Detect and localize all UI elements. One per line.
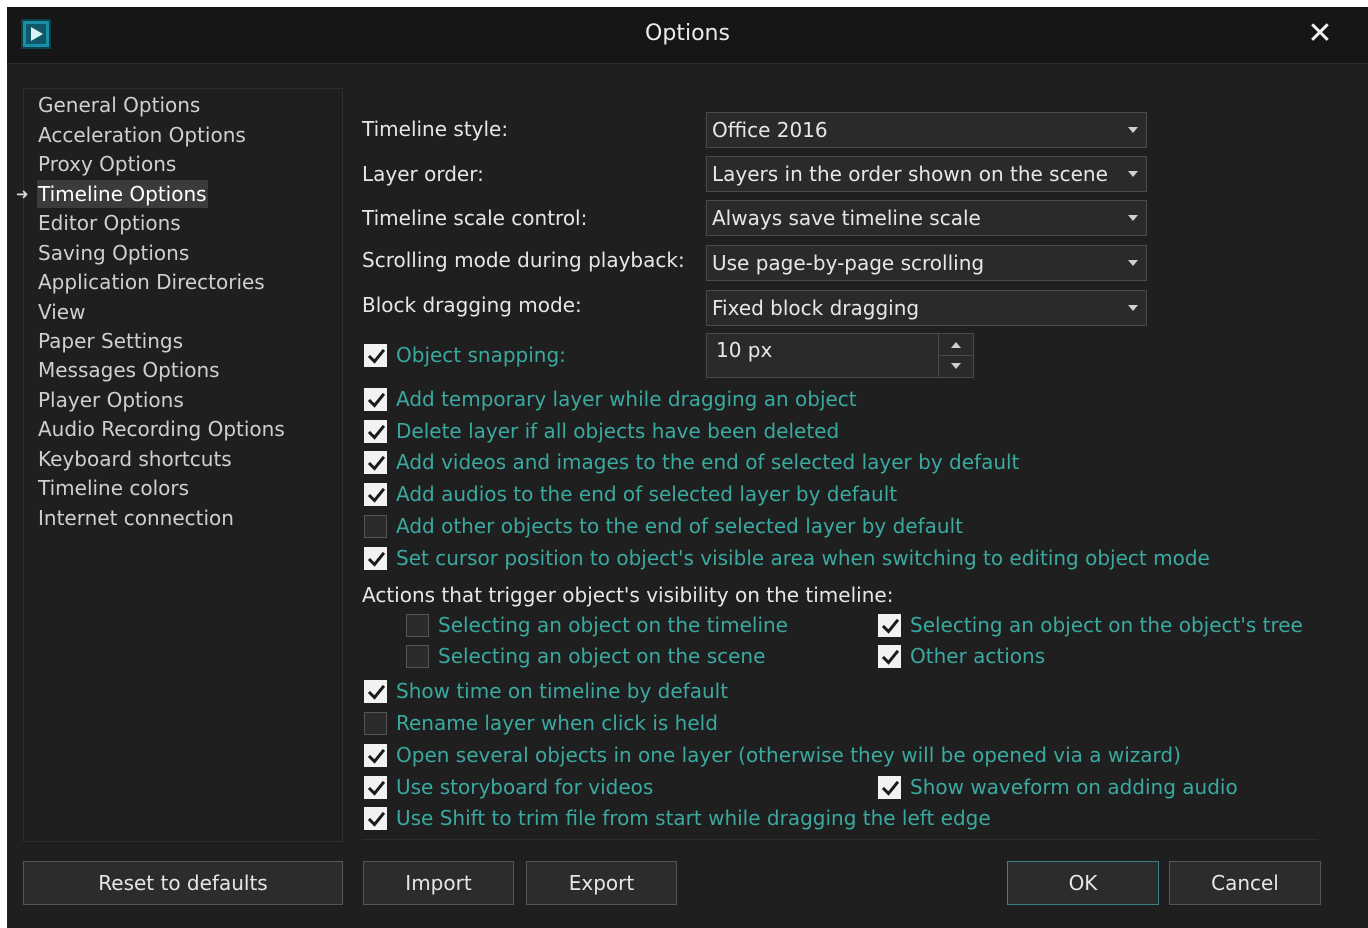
dropdown-arrow-icon bbox=[1128, 171, 1138, 177]
dropdown-arrow-icon bbox=[1128, 215, 1138, 221]
select-on-timeline-label: Selecting an object on the timeline bbox=[438, 613, 788, 637]
open-in-one-layer-checkbox[interactable] bbox=[364, 744, 387, 767]
timeline-scale-control-value: Always save timeline scale bbox=[712, 206, 981, 230]
add-audios-label: Add audios to the end of selected layer … bbox=[396, 482, 898, 506]
visibility-actions-heading: Actions that trigger object's visibility… bbox=[362, 583, 894, 607]
show-time-checkbox[interactable] bbox=[364, 680, 387, 703]
import-button[interactable]: Import bbox=[363, 861, 514, 905]
storyboard-checkbox[interactable] bbox=[364, 776, 387, 799]
sidebar-item-proxy-options[interactable]: Proxy Options bbox=[37, 150, 177, 178]
close-icon[interactable]: ✕ bbox=[1303, 17, 1337, 51]
sidebar-item-editor-options[interactable]: Editor Options bbox=[37, 209, 182, 237]
timeline-style-select[interactable]: Office 2016 bbox=[706, 112, 1147, 148]
ok-button[interactable]: OK bbox=[1007, 861, 1159, 905]
dropdown-arrow-icon bbox=[1128, 260, 1138, 266]
scrolling-mode-value: Use page-by-page scrolling bbox=[712, 251, 985, 275]
separator-line bbox=[362, 839, 1318, 840]
object-snapping-checkbox[interactable] bbox=[364, 344, 387, 367]
stepper-buttons bbox=[938, 334, 973, 377]
delete-empty-layer-label: Delete layer if all objects have been de… bbox=[396, 419, 840, 443]
cursor-position-label: Set cursor position to object's visible … bbox=[396, 546, 1210, 570]
sidebar-item-timeline-options[interactable]: Timeline Options bbox=[37, 180, 208, 208]
add-audios-checkbox[interactable] bbox=[364, 483, 387, 506]
select-on-timeline-checkbox[interactable] bbox=[406, 614, 429, 637]
open-in-one-layer-label: Open several objects in one layer (other… bbox=[396, 743, 1181, 767]
sidebar-item-keyboard-shortcuts[interactable]: Keyboard shortcuts bbox=[37, 445, 233, 473]
reset-to-defaults-button[interactable]: Reset to defaults bbox=[23, 861, 343, 905]
sidebar-item-saving-options[interactable]: Saving Options bbox=[37, 239, 190, 267]
timeline-scale-control-label: Timeline scale control: bbox=[362, 206, 588, 230]
show-time-label: Show time on timeline by default bbox=[396, 679, 729, 703]
add-other-objects-label: Add other objects to the end of selected… bbox=[396, 514, 963, 538]
window-title: Options bbox=[645, 21, 730, 46]
sidebar-item-timeline-colors[interactable]: Timeline colors bbox=[37, 474, 190, 502]
layer-order-select[interactable]: Layers in the order shown on the scene bbox=[706, 156, 1147, 192]
title-bar: Options ✕ bbox=[7, 7, 1368, 64]
select-on-scene-checkbox[interactable] bbox=[406, 645, 429, 668]
sidebar-item-view[interactable]: View bbox=[37, 298, 86, 326]
rename-layer-checkbox[interactable] bbox=[364, 712, 387, 735]
temporary-layer-label: Add temporary layer while dragging an ob… bbox=[396, 387, 857, 411]
selected-arrow-icon: ➜ bbox=[16, 185, 29, 203]
storyboard-label: Use storyboard for videos bbox=[396, 775, 654, 799]
add-videos-images-label: Add videos and images to the end of sele… bbox=[396, 450, 1020, 474]
sidebar-item-internet-connection[interactable]: Internet connection bbox=[37, 504, 235, 532]
timeline-scale-control-select[interactable]: Always save timeline scale bbox=[706, 200, 1147, 236]
temporary-layer-checkbox[interactable] bbox=[364, 388, 387, 411]
shift-trim-label: Use Shift to trim file from start while … bbox=[396, 806, 991, 830]
dropdown-arrow-icon bbox=[1128, 127, 1138, 133]
export-button[interactable]: Export bbox=[526, 861, 677, 905]
cancel-button[interactable]: Cancel bbox=[1169, 861, 1321, 905]
options-dialog: Options ✕ General Options Acceleration O… bbox=[7, 7, 1368, 928]
stepper-up-icon[interactable] bbox=[939, 334, 973, 356]
dropdown-arrow-icon bbox=[1128, 305, 1138, 311]
rename-layer-label: Rename layer when click is held bbox=[396, 711, 718, 735]
stepper-down-icon[interactable] bbox=[939, 356, 973, 377]
sidebar-item-acceleration-options[interactable]: Acceleration Options bbox=[37, 121, 247, 149]
other-actions-label: Other actions bbox=[910, 644, 1046, 668]
delete-empty-layer-checkbox[interactable] bbox=[364, 420, 387, 443]
sidebar-item-messages-options[interactable]: Messages Options bbox=[37, 356, 221, 384]
layer-order-label: Layer order: bbox=[362, 162, 484, 186]
select-on-tree-checkbox[interactable] bbox=[878, 614, 901, 637]
sidebar-item-player-options[interactable]: Player Options bbox=[37, 386, 185, 414]
object-snapping-stepper[interactable]: 10 px bbox=[706, 333, 974, 378]
object-snapping-value: 10 px bbox=[716, 338, 773, 362]
timeline-style-label: Timeline style: bbox=[362, 117, 509, 141]
layer-order-value: Layers in the order shown on the scene bbox=[712, 162, 1108, 186]
show-waveform-checkbox[interactable] bbox=[878, 776, 901, 799]
cursor-position-checkbox[interactable] bbox=[364, 547, 387, 570]
timeline-style-value: Office 2016 bbox=[712, 118, 828, 142]
block-dragging-mode-label: Block dragging mode: bbox=[362, 293, 582, 317]
show-waveform-label: Show waveform on adding audio bbox=[910, 775, 1238, 799]
block-dragging-mode-value: Fixed block dragging bbox=[712, 296, 920, 320]
add-videos-images-checkbox[interactable] bbox=[364, 451, 387, 474]
sidebar-item-paper-settings[interactable]: Paper Settings bbox=[37, 327, 184, 355]
scrolling-mode-select[interactable]: Use page-by-page scrolling bbox=[706, 245, 1147, 281]
other-actions-checkbox[interactable] bbox=[878, 645, 901, 668]
select-on-scene-label: Selecting an object on the scene bbox=[438, 644, 766, 668]
scrolling-mode-label: Scrolling mode during playback: bbox=[362, 248, 685, 272]
sidebar-item-general-options[interactable]: General Options bbox=[37, 91, 201, 119]
sidebar-item-audio-recording-options[interactable]: Audio Recording Options bbox=[37, 415, 286, 443]
add-other-objects-checkbox[interactable] bbox=[364, 515, 387, 538]
sidebar-item-application-directories[interactable]: Application Directories bbox=[37, 268, 266, 296]
select-on-tree-label: Selecting an object on the object's tree bbox=[910, 613, 1303, 637]
shift-trim-checkbox[interactable] bbox=[364, 807, 387, 830]
block-dragging-mode-select[interactable]: Fixed block dragging bbox=[706, 290, 1147, 326]
object-snapping-label: Object snapping: bbox=[396, 343, 566, 367]
